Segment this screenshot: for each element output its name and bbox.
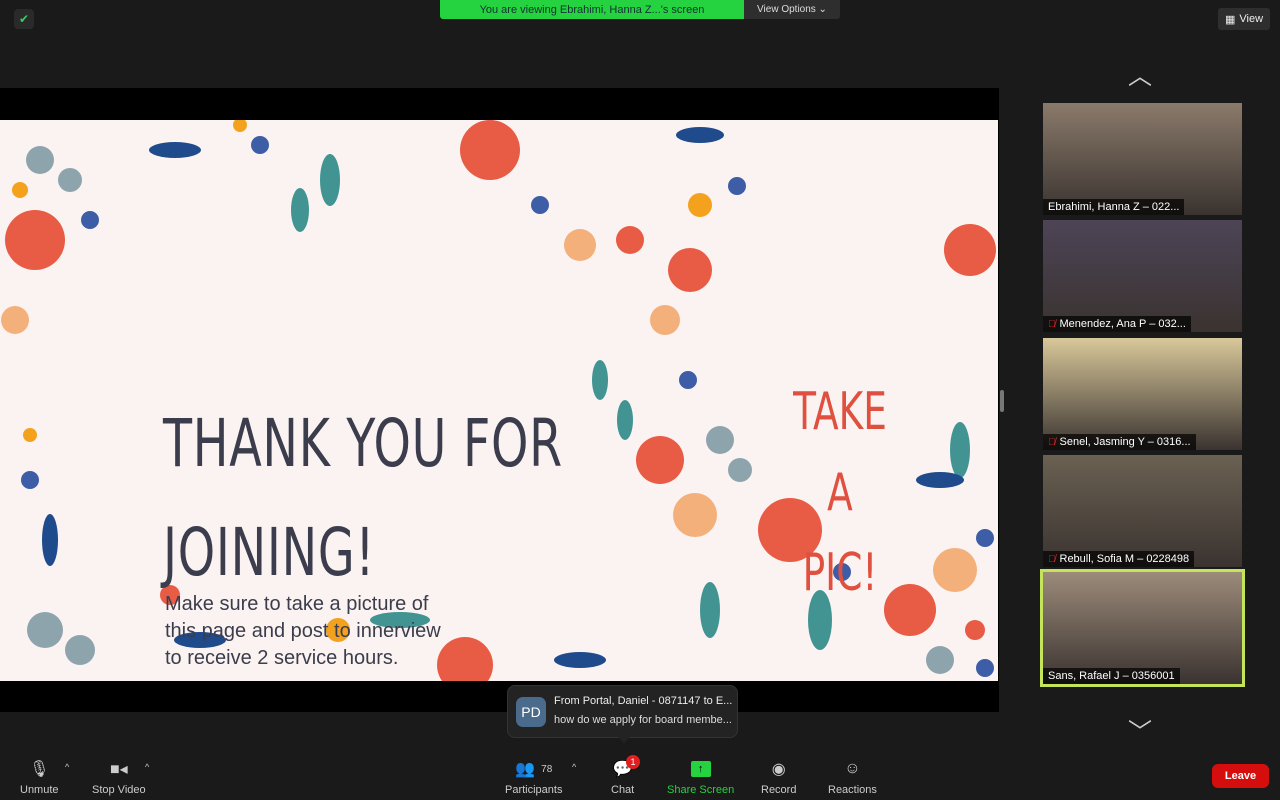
scroll-down-chevron-icon[interactable]: ﹀	[1128, 712, 1152, 747]
participants-icon: 👥	[515, 761, 536, 778]
participant-name-tag: 🎙̸ Rebull, Sofia M – 0228498	[1043, 551, 1195, 567]
share-screen-button[interactable]: ↑ Share Screen	[667, 758, 734, 796]
pic-line: PIC!	[802, 543, 878, 604]
participant-video-tile[interactable]: 🎙̸ Rebull, Sofia M – 0228498	[1043, 455, 1242, 567]
smiley-icon: ☺	[844, 760, 861, 777]
participant-name-tag: Ebrahimi, Hanna Z – 022...	[1043, 199, 1185, 215]
participants-button[interactable]: 👥 78 Participants	[505, 758, 562, 796]
chat-label: Chat	[611, 784, 635, 796]
participant-name: Menendez, Ana P – 032...	[1059, 318, 1186, 330]
scroll-up-chevron-icon[interactable]: ︿	[1128, 56, 1152, 91]
record-label: Record	[761, 784, 797, 796]
muted-mic-icon: 🎙̸	[1048, 553, 1056, 565]
view-options-button[interactable]: View Options ⌄	[744, 0, 840, 19]
muted-mic-icon: 🎙̸	[1048, 436, 1056, 448]
view-label: View	[1239, 13, 1264, 25]
muted-microphone-icon: 🎙	[29, 761, 50, 778]
audio-options-caret[interactable]: ^	[65, 762, 69, 772]
slide-title: THANK YOU FOR JOINING!	[163, 390, 566, 608]
participant-video-tile[interactable]: Sans, Rafael J – 0356001	[1040, 569, 1245, 687]
stop-video-label: Stop Video	[92, 784, 146, 796]
participant-video-tile[interactable]: 🎙̸ Senel, Jasming Y – 0316...	[1043, 338, 1242, 450]
security-shield-icon[interactable]: ✔	[14, 9, 34, 29]
slide: THANK YOU FOR JOINING! Make sure to take …	[0, 120, 998, 681]
participant-count: 78	[541, 763, 553, 775]
record-button[interactable]: ◉ Record	[761, 758, 796, 796]
share-arrow-icon: ↑	[690, 761, 711, 777]
reactions-button[interactable]: ☺ Reactions	[828, 758, 877, 796]
take-a-pic-text: TAKE A PIC!	[782, 372, 897, 614]
unmute-label: Unmute	[20, 784, 59, 796]
grid-icon: ▦	[1224, 13, 1236, 26]
share-screen-label: Share Screen	[667, 784, 735, 796]
video-camera-icon: ■◂	[109, 761, 128, 778]
resize-handle[interactable]	[1000, 390, 1004, 412]
meeting-toolbar: 🎙 Unmute ^ ■◂ Stop Video ^ 👥 78 Participants…	[0, 752, 1280, 800]
muted-mic-icon: 🎙̸	[1048, 318, 1056, 330]
slide-body: Make sure to take a picture of this page…	[165, 593, 441, 669]
participant-video-tile[interactable]: 🎙̸ Menendez, Ana P – 032...	[1043, 220, 1242, 332]
unmute-button[interactable]: 🎙 Unmute	[20, 758, 59, 796]
participant-video-tile[interactable]: Ebrahimi, Hanna Z – 022...	[1043, 103, 1242, 215]
leave-button[interactable]: Leave	[1212, 764, 1269, 788]
participant-name-tag: Sans, Rafael J – 0356001	[1043, 668, 1180, 684]
chat-notification[interactable]: PD From Portal, Daniel - 0871147 to E...…	[507, 685, 738, 743]
participant-name: Senel, Jasming Y – 0316...	[1059, 436, 1191, 448]
chat-sender: From Portal, Daniel - 0871147 to E...	[554, 695, 733, 707]
participant-name-tag: 🎙̸ Senel, Jasming Y – 0316...	[1043, 434, 1196, 450]
title-line-1: THANK YOU FOR	[163, 405, 563, 482]
chat-message: how do we apply for board membe...	[554, 714, 732, 726]
participant-name-tag: 🎙̸ Menendez, Ana P – 032...	[1043, 316, 1191, 332]
take-a-line: TAKE A	[793, 382, 887, 523]
participant-name: Rebull, Sofia M – 0228498	[1059, 553, 1190, 565]
reactions-label: Reactions	[828, 784, 877, 796]
chat-unread-badge: 1	[626, 755, 640, 769]
stop-video-button[interactable]: ■◂ Stop Video	[92, 758, 146, 796]
record-icon: ◉	[771, 761, 786, 778]
participant-name: Ebrahimi, Hanna Z – 022...	[1048, 201, 1180, 213]
viewing-banner: You are viewing Ebrahimi, Hanna Z...'s s…	[440, 0, 744, 19]
sender-avatar: PD	[516, 697, 546, 727]
video-options-caret[interactable]: ^	[145, 762, 149, 772]
participant-name: Sans, Rafael J – 0356001	[1048, 670, 1175, 682]
participants-label: Participants	[505, 784, 563, 796]
participants-options-caret[interactable]: ^	[572, 762, 576, 772]
view-button[interactable]: ▦ View	[1218, 8, 1270, 30]
